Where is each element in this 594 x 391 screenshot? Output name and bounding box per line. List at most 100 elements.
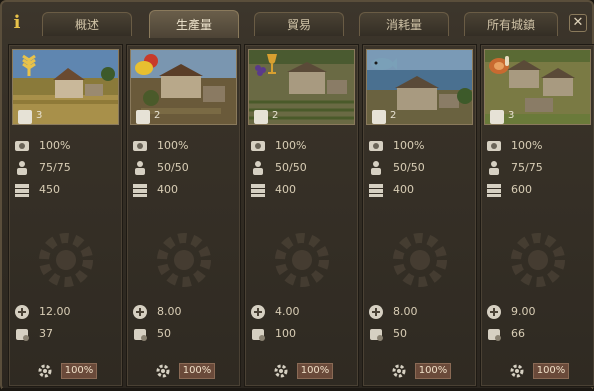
capacity-value: 400 <box>393 183 414 196</box>
stock-icon <box>252 329 265 341</box>
tab-consumption[interactable]: 消耗量 <box>359 12 449 36</box>
close-button[interactable]: ✕ <box>569 14 587 32</box>
stock-icon <box>134 329 147 341</box>
gear-icon[interactable] <box>155 363 171 379</box>
orchard-thumbnail[interactable]: 2 <box>130 49 237 125</box>
efficiency-row: 100% <box>485 137 585 155</box>
workers-icon <box>253 161 263 175</box>
capacity-row: 450 <box>13 181 113 199</box>
stock-row: 50 <box>131 325 231 343</box>
efficiency-value: 100% <box>39 139 71 152</box>
workers-value: 75/75 <box>511 161 543 174</box>
stock-icon <box>488 329 501 341</box>
production-rate-row: 9.00 <box>485 303 585 321</box>
gear-icon[interactable] <box>273 363 289 379</box>
info-icon[interactable]: i <box>8 12 26 34</box>
fruit-icon <box>133 52 161 78</box>
priority-field[interactable]: 100% <box>179 363 215 379</box>
production-rate-value: 4.00 <box>275 305 300 318</box>
level-number: 2 <box>390 110 397 121</box>
stock-icon <box>370 329 383 341</box>
production-rate-icon <box>251 305 265 319</box>
efficiency-row: 100% <box>249 137 349 155</box>
priority-field[interactable]: 100% <box>61 363 97 379</box>
workers-icon <box>135 161 145 175</box>
workers-row: 75/75 <box>485 159 585 177</box>
efficiency-icon <box>251 141 265 151</box>
efficiency-row: 100% <box>13 137 113 155</box>
capacity-value: 450 <box>39 183 60 196</box>
production-rate-icon <box>133 305 147 319</box>
priority-field[interactable]: 100% <box>297 363 333 379</box>
production-panel: i 概述 生產量 貿易 消耗量 所有城鎮 ✕ 3 100% 75/75 450 … <box>0 0 594 391</box>
capacity-row: 600 <box>485 181 585 199</box>
workers-value: 50/50 <box>275 161 307 174</box>
vineyard-thumbnail[interactable]: 2 <box>248 49 355 125</box>
tab-production[interactable]: 生產量 <box>149 10 239 38</box>
capacity-row: 400 <box>367 181 467 199</box>
capacity-value: 600 <box>511 183 532 196</box>
tab-overview[interactable]: 概述 <box>42 12 132 36</box>
gear-watermark-icon <box>157 233 211 287</box>
production-rate-icon <box>487 305 501 319</box>
production-rate-value: 8.00 <box>157 305 182 318</box>
stock-value: 50 <box>393 327 407 340</box>
capacity-value: 400 <box>157 183 178 196</box>
ranch-thumbnail[interactable]: 3 <box>484 49 591 125</box>
efficiency-value: 100% <box>511 139 543 152</box>
production-column-fish: 2 100% 50/50 400 8.00 50 100% <box>362 44 477 387</box>
gear-watermark-icon <box>511 233 565 287</box>
workers-row: 75/75 <box>13 159 113 177</box>
level-number: 3 <box>508 110 515 121</box>
stock-value: 100 <box>275 327 296 340</box>
gear-watermark-icon <box>393 233 447 287</box>
efficiency-value: 100% <box>275 139 307 152</box>
storage-icon <box>369 184 383 197</box>
stock-value: 37 <box>39 327 53 340</box>
gear-icon[interactable] <box>391 363 407 379</box>
stock-row: 66 <box>485 325 585 343</box>
capacity-value: 400 <box>275 183 296 196</box>
efficiency-value: 100% <box>393 139 425 152</box>
fishery-thumbnail[interactable]: 2 <box>366 49 473 125</box>
farm-thumbnail[interactable]: 3 <box>12 49 119 125</box>
storage-icon <box>251 184 265 197</box>
storage-icon <box>15 184 29 197</box>
workers-value: 75/75 <box>39 161 71 174</box>
storage-icon <box>487 184 501 197</box>
workers-icon <box>371 161 381 175</box>
gear-watermark-icon <box>39 233 93 287</box>
level-number: 2 <box>272 110 279 121</box>
production-column-wheat: 3 100% 75/75 450 12.00 37 100% <box>8 44 123 387</box>
wine-icon <box>251 52 279 78</box>
production-column-fruit: 2 100% 50/50 400 8.00 50 100% <box>126 44 241 387</box>
level-icon <box>372 110 386 124</box>
production-rate-row: 12.00 <box>13 303 113 321</box>
production-column-wine: 2 100% 50/50 400 4.00 100 100% <box>244 44 359 387</box>
fish-icon <box>369 52 397 78</box>
gear-watermark-icon <box>275 233 329 287</box>
stock-icon <box>16 329 29 341</box>
workers-value: 50/50 <box>157 161 189 174</box>
production-column-meat: 3 100% 75/75 600 9.00 66 100% <box>480 44 594 387</box>
level-number: 2 <box>154 110 161 121</box>
production-rate-value: 9.00 <box>511 305 536 318</box>
efficiency-value: 100% <box>157 139 189 152</box>
workers-row: 50/50 <box>367 159 467 177</box>
stock-row: 50 <box>367 325 467 343</box>
production-rate-row: 4.00 <box>249 303 349 321</box>
efficiency-icon <box>487 141 501 151</box>
capacity-row: 400 <box>131 181 231 199</box>
production-rate-row: 8.00 <box>131 303 231 321</box>
stock-value: 66 <box>511 327 525 340</box>
gear-icon[interactable] <box>509 363 525 379</box>
tab-trade[interactable]: 貿易 <box>254 12 344 36</box>
priority-field[interactable]: 100% <box>415 363 451 379</box>
priority-field[interactable]: 100% <box>533 363 569 379</box>
tab-all-towns[interactable]: 所有城鎮 <box>464 12 558 36</box>
tab-bar: i 概述 生產量 貿易 消耗量 所有城鎮 ✕ <box>2 2 592 40</box>
capacity-row: 400 <box>249 181 349 199</box>
stock-value: 50 <box>157 327 171 340</box>
gear-icon[interactable] <box>37 363 53 379</box>
level-icon <box>136 110 150 124</box>
